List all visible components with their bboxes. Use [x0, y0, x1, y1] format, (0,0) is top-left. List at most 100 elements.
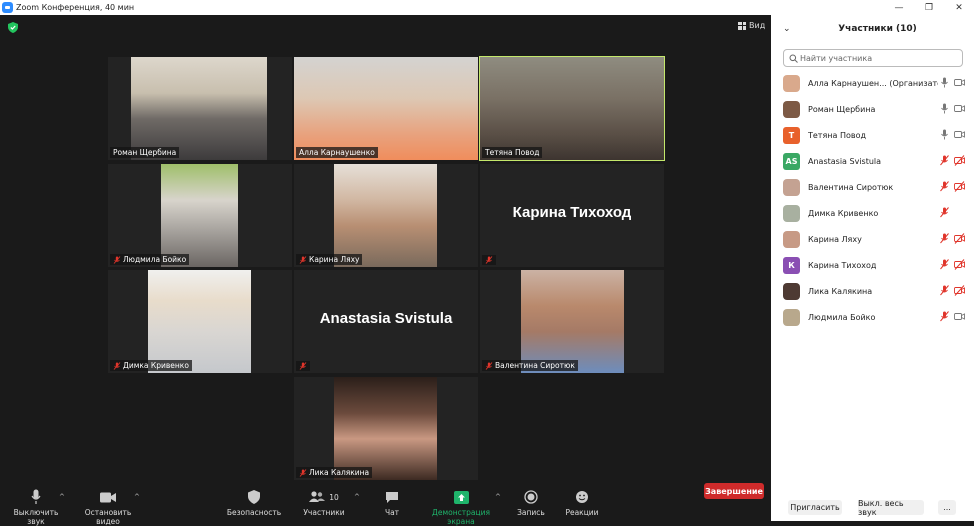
mic-muted-icon: [299, 468, 307, 477]
search-placeholder: Найти участника: [800, 53, 873, 63]
mute-all-button[interactable]: Выкл. весь звук: [858, 499, 924, 517]
participant-row[interactable]: К Карина Тихоход: [783, 256, 965, 274]
window-controls: — ❐ ✕: [884, 0, 974, 15]
participant-video: [161, 164, 238, 267]
participant-status-icons: [939, 311, 965, 322]
audio-options-chevron-icon[interactable]: ^: [59, 493, 65, 501]
share-screen-label: Демонстрация экрана: [432, 508, 490, 526]
participant-label: Алла Карнаушенко: [296, 147, 378, 158]
video-tile[interactable]: Валентина Сиротюк: [480, 270, 664, 373]
participant-video: [294, 57, 478, 160]
video-tile[interactable]: Людмила Бойко: [108, 164, 292, 267]
participant-status-icons: [939, 77, 965, 88]
video-tile-no-video[interactable]: Anastasia Svistula: [294, 270, 478, 373]
video-tile[interactable]: Карина Ляху: [294, 164, 478, 267]
participants-button[interactable]: 10 Участники: [300, 489, 348, 517]
participants-options-chevron-icon[interactable]: ^: [354, 493, 360, 501]
more-options-button[interactable]: ...: [938, 500, 956, 515]
video-tile[interactable]: Роман Щербина: [108, 57, 292, 160]
panel-title: Участники (10): [838, 24, 917, 34]
participant-search-input[interactable]: Найти участника: [783, 49, 963, 67]
participant-status-icons: [939, 285, 965, 296]
participant-status-icons: [939, 207, 965, 218]
participant-row-name: Валентина Сиротюк: [808, 182, 894, 192]
video-off-icon: [954, 259, 965, 270]
participant-video: [131, 57, 267, 160]
participant-name: Димка Кривенко: [123, 361, 189, 370]
participant-status-icons: [939, 259, 965, 270]
participant-status-icons: [939, 181, 965, 192]
encryption-shield-icon[interactable]: [8, 22, 18, 33]
microphone-icon: [941, 77, 948, 88]
spacer: [954, 207, 965, 218]
collapse-chevron-icon[interactable]: ⌄: [783, 24, 791, 34]
participant-row-name: Роман Щербина: [808, 104, 876, 114]
participant-row-name: Людмила Бойко: [808, 312, 876, 322]
video-tile-active-speaker[interactable]: Тетяна Повод: [479, 56, 665, 161]
microphone-icon: [31, 489, 41, 504]
record-button[interactable]: Запись: [511, 489, 551, 517]
video-tile[interactable]: Лика Калякина: [294, 377, 478, 480]
participant-row[interactable]: Алла Карнаушен... (Организатор, я): [783, 74, 965, 92]
video-tile[interactable]: Алла Карнаушенко: [294, 57, 478, 160]
microphone-icon: [941, 129, 948, 140]
security-label: Безопасность: [226, 508, 282, 517]
participant-name: Валентина Сиротюк: [495, 361, 575, 370]
reactions-smiley-icon: [576, 491, 588, 503]
mic-muted-icon: [940, 311, 949, 322]
restore-icon[interactable]: ❐: [914, 0, 944, 15]
participant-label: Валентина Сиротюк: [482, 360, 578, 371]
participant-row-name: Карина Тихоход: [808, 260, 877, 270]
participant-name: Людмила Бойко: [123, 255, 187, 264]
participant-row-name: Anastasia Svistula: [808, 156, 882, 166]
view-button[interactable]: Вид: [738, 21, 765, 30]
participant-status-icons: [939, 155, 965, 166]
participant-row[interactable]: Т Тетяна Повод: [783, 126, 965, 144]
zoom-logo-icon: [2, 2, 13, 13]
window-title: Zoom Конференция, 40 мин: [16, 3, 135, 12]
participant-row[interactable]: Димка Кривенко: [783, 204, 965, 222]
minimize-icon[interactable]: —: [884, 0, 914, 15]
video-options-chevron-icon[interactable]: ^: [134, 493, 140, 501]
share-options-chevron-icon[interactable]: ^: [495, 493, 501, 501]
record-icon: [524, 490, 538, 504]
reactions-label: Реакции: [565, 508, 599, 517]
mute-button[interactable]: Выключить звук: [6, 489, 66, 526]
avatar: [783, 100, 800, 118]
mic-muted-icon: [940, 181, 949, 192]
security-button[interactable]: Безопасность: [224, 489, 284, 517]
participant-row[interactable]: Карина Ляху: [783, 230, 965, 248]
video-camera-icon: [954, 313, 965, 320]
video-camera-icon: [954, 131, 965, 138]
participant-row[interactable]: AS Anastasia Svistula: [783, 152, 965, 170]
mute-label: Выключить звук: [13, 508, 59, 526]
video-tile[interactable]: Димка Кривенко: [108, 270, 292, 373]
avatar: [783, 282, 800, 300]
participants-panel: ⌄ Участники (10) Найти участника Алла Ка…: [771, 15, 974, 521]
participant-row[interactable]: Лика Калякина: [783, 282, 965, 300]
participant-label: [482, 255, 496, 265]
participant-status-icons: [939, 129, 965, 140]
share-screen-button[interactable]: Демонстрация экрана: [418, 489, 504, 526]
chat-label: Чат: [384, 508, 400, 517]
end-meeting-button[interactable]: Завершение: [704, 483, 764, 499]
participant-status-icons: [939, 233, 965, 244]
mic-muted-icon: [113, 255, 121, 264]
participant-video: [480, 57, 664, 160]
participant-row[interactable]: Роман Щербина: [783, 100, 965, 118]
mic-muted-icon: [485, 256, 493, 264]
participant-status-icons: [939, 103, 965, 114]
reactions-button[interactable]: Реакции: [562, 489, 602, 517]
microphone-icon: [941, 103, 948, 114]
participant-label: Димка Кривенко: [110, 360, 192, 371]
close-icon[interactable]: ✕: [944, 0, 974, 15]
participant-row-name: Тетяна Повод: [808, 130, 867, 140]
view-label: Вид: [749, 21, 766, 30]
participant-row[interactable]: Людмила Бойко: [783, 308, 965, 326]
video-tile-no-video[interactable]: Карина Тихоход: [480, 164, 664, 267]
invite-button[interactable]: Пригласить: [788, 500, 842, 515]
video-off-icon: [954, 285, 965, 296]
participant-name: Карина Ляху: [309, 255, 360, 264]
chat-button[interactable]: Чат: [372, 489, 412, 517]
participant-row[interactable]: Валентина Сиротюк: [783, 178, 965, 196]
